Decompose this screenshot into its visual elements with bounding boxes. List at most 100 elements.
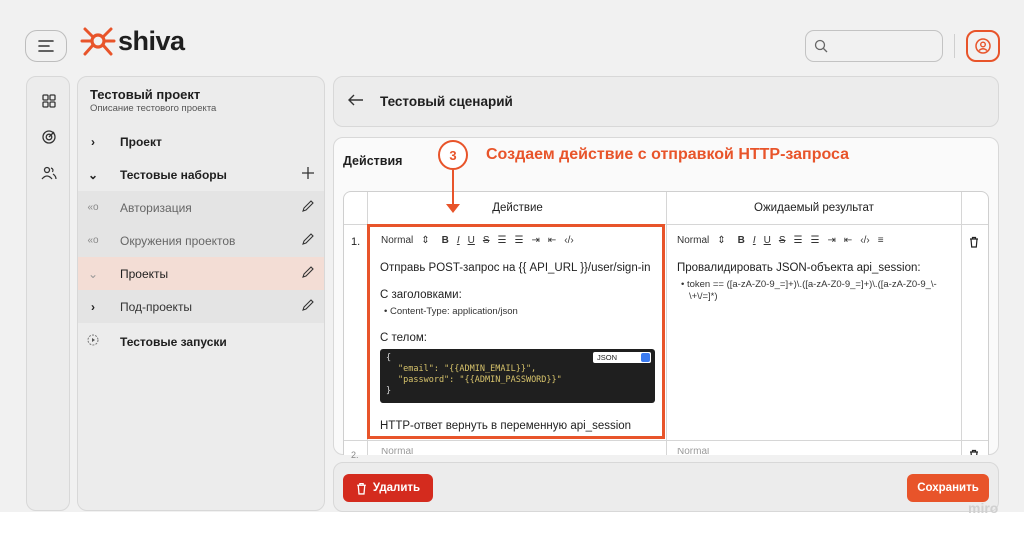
bullet-list-icon[interactable]: ☰ — [811, 235, 820, 246]
expected-item[interactable]: • token == ([a-zA-Z0-9_=]+)\.([a-zA-Z0-9… — [681, 279, 937, 290]
save-button[interactable]: Сохранить — [907, 474, 989, 502]
editor-toolbar: Normal ⇕ B I U S ☰ ☰ ⇥ ⇤ ‹/› ≡ — [677, 235, 892, 246]
column-divider — [961, 192, 962, 455]
row-number: 2. — [351, 450, 359, 460]
logo-text: shiva — [118, 25, 185, 56]
user-profile-button[interactable] — [966, 30, 1000, 62]
chevron-down-icon: ⌄ — [87, 266, 99, 281]
sidebar-item-environments[interactable]: «o Окружения проектов — [78, 224, 324, 257]
step-badge: 3 — [438, 140, 468, 170]
edit-button[interactable] — [290, 232, 324, 249]
annotation-arrow — [452, 170, 454, 204]
sidebar-item-label: Проект — [120, 134, 162, 149]
scenario-header: Тестовый сценарий — [333, 76, 999, 127]
annotation-text: Создаем действие с отправкой HTTP-запрос… — [486, 146, 850, 163]
delete-label: Удалить — [372, 482, 421, 494]
delete-button[interactable]: Удалить — [343, 474, 433, 502]
delete-row-button[interactable] — [969, 448, 979, 455]
expected-item-cont[interactable]: \+\/=]*) — [689, 291, 718, 302]
column-header-expected: Ожидаемый результат — [667, 192, 961, 225]
watermark: miro — [968, 500, 999, 516]
pencil-icon — [302, 200, 314, 212]
trash-icon — [357, 482, 366, 495]
sidebar-item-label: Авторизация — [120, 200, 192, 215]
sidebar-item-project[interactable]: › Проект — [78, 125, 324, 158]
left-rail — [26, 76, 70, 511]
link-icon: «o — [87, 235, 99, 246]
user-icon — [975, 38, 991, 54]
project-description: Описание тестового проекта — [90, 103, 217, 114]
sidebar-item-label: Окружения проектов — [120, 233, 236, 248]
chevron-down-icon: ⌄ — [87, 167, 99, 182]
search-icon — [814, 39, 828, 53]
menu-toggle-button[interactable] — [25, 30, 67, 62]
delete-row-button[interactable] — [969, 235, 979, 253]
bold-button[interactable]: B — [738, 235, 745, 246]
italic-button[interactable]: I — [753, 235, 756, 246]
edit-button[interactable] — [290, 199, 324, 216]
edit-button[interactable] — [290, 265, 324, 282]
chevron-right-icon: › — [91, 134, 95, 149]
plus-icon — [302, 167, 314, 179]
bottom-strip — [0, 512, 1024, 533]
sidebar-item-label: Проекты — [120, 266, 169, 281]
sidebar-item-label: Тестовые запуски — [120, 334, 227, 349]
sidebar-item-test-suites[interactable]: ⌄ Тестовые наборы — [78, 158, 324, 191]
sidebar-item-label: Тестовые наборы — [120, 167, 227, 182]
project-title: Тестовый проект — [90, 87, 201, 102]
column-header-actions — [961, 192, 988, 225]
column-header-action: Действие — [368, 192, 667, 225]
expected-line[interactable]: Провалидировать JSON-объекта api_session… — [677, 262, 921, 274]
trash-icon — [970, 449, 978, 455]
sidebar-item-label: Под-проекты — [120, 299, 193, 314]
rail-targets-button[interactable] — [27, 119, 71, 155]
app-logo[interactable]: shiva — [80, 24, 185, 58]
pencil-icon — [302, 233, 314, 245]
code-icon[interactable]: ‹/› — [860, 235, 869, 246]
style-select[interactable]: Normal — [677, 235, 709, 246]
header-divider — [954, 34, 955, 58]
sidebar-item-subprojects[interactable]: › Под-проекты — [78, 290, 324, 323]
link-icon: «o — [87, 202, 99, 213]
editor-toolbar-row2: Normal — [381, 448, 421, 455]
trash-icon — [970, 236, 978, 248]
editor-toolbar-row2: Normal — [677, 448, 717, 455]
grid-icon — [42, 94, 56, 108]
pencil-icon — [302, 266, 314, 278]
rail-dashboard-button[interactable] — [27, 83, 71, 119]
column-divider — [666, 192, 667, 455]
style-select[interactable]: Normal — [677, 448, 709, 455]
add-suite-button[interactable] — [290, 166, 324, 183]
arrow-left-icon — [348, 94, 363, 105]
back-button[interactable] — [348, 93, 368, 111]
sidebar-item-test-runs[interactable]: Тестовые запуски — [78, 325, 324, 358]
strike-button[interactable]: S — [779, 235, 786, 246]
page-title: Тестовый сценарий — [380, 94, 513, 109]
highlight-frame — [367, 224, 665, 439]
style-select[interactable]: Normal — [381, 448, 413, 455]
project-sidebar: Тестовый проект Описание тестового проек… — [77, 76, 325, 511]
divider-icon[interactable]: ≡ — [878, 235, 884, 246]
indent-icon[interactable]: ⇥ — [827, 235, 835, 246]
edit-button[interactable] — [290, 298, 324, 315]
sidebar-item-auth[interactable]: «o Авторизация — [78, 191, 324, 224]
underline-button[interactable]: U — [764, 235, 771, 246]
search-input[interactable] — [805, 30, 943, 62]
select-arrows-icon: ⇕ — [717, 235, 726, 246]
numbered-list-icon[interactable]: ☰ — [794, 235, 803, 246]
chevron-right-icon: › — [91, 299, 95, 314]
pencil-icon — [302, 299, 314, 311]
outdent-icon[interactable]: ⇤ — [844, 235, 852, 246]
rail-users-button[interactable] — [27, 155, 71, 191]
play-circle-icon — [78, 334, 108, 349]
column-header-num — [344, 192, 368, 225]
menu-icon — [38, 40, 54, 52]
spider-logo-icon — [80, 27, 116, 56]
sidebar-item-projects[interactable]: ⌄ Проекты — [78, 257, 324, 290]
row-number: 1. — [351, 236, 361, 248]
target-icon — [42, 130, 56, 144]
row-divider — [344, 440, 988, 441]
section-label: Действия — [343, 154, 403, 168]
annotation-arrow-head — [446, 204, 460, 213]
users-icon — [41, 166, 57, 180]
